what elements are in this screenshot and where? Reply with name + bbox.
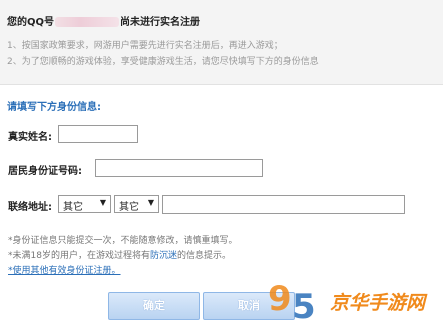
other-id-link[interactable]: *使用其他有效身份证注册。 (8, 266, 121, 276)
notice-line-2: 2、为了您顺畅的游戏体验，享受健康游戏生活，请您尽快填写下方的身份信息 (7, 57, 319, 67)
name-label: 真实姓名: (8, 132, 52, 143)
province-value: 其它 (63, 202, 83, 213)
notice-title: 您的QQ号 尚未进行实名注册 (7, 13, 200, 28)
chevron-down-icon: ▼ (99, 198, 106, 207)
notice-title-suffix: 尚未进行实名注册 (120, 17, 201, 28)
real-name-input[interactable] (58, 125, 138, 143)
tip-anti-addiction-prefix: *未满18岁的用户，在游戏过程将有 (8, 251, 150, 261)
watermark-logo-icon: 9 5 (268, 279, 316, 324)
section-title: 请填写下方身份信息: (7, 102, 101, 113)
anti-addiction-highlight: 防沉迷 (149, 251, 177, 261)
tip-anti-addiction-suffix: 的信息提示。 (176, 251, 231, 261)
id-number-input[interactable] (95, 159, 263, 177)
tip-id-once: *身份证信息只能提交一次，不能随意修改，请慎重填写。 (8, 236, 238, 246)
notice-panel: 您的QQ号 尚未进行实名注册 1、按国家政策要求，网游用户需要先进行实名注册后，再… (0, 0, 443, 85)
id-number-label: 居民身份证号码: (8, 166, 82, 177)
blurred-qq-number (55, 17, 120, 27)
address-label: 联络地址: (8, 202, 52, 213)
notice-title-prefix: 您的QQ号 (7, 17, 55, 28)
city-value: 其它 (119, 202, 139, 213)
notice-line-1: 1、按国家政策要求，网游用户需要先进行实名注册后，再进入游戏； (7, 41, 283, 51)
tip-anti-addiction: *未满18岁的用户，在游戏过程将有防沉迷的信息提示。 (8, 248, 231, 261)
confirm-button[interactable]: 确定 (108, 292, 200, 320)
province-select[interactable]: 其它 ▼ (58, 195, 111, 213)
other-id-link-row: *使用其他有效身份证注册。 (8, 263, 121, 276)
chevron-down-icon: ▼ (147, 198, 154, 207)
svg-text:5: 5 (292, 287, 316, 324)
svg-text:9: 9 (268, 279, 292, 319)
watermark-text: 京华手游网 (330, 292, 426, 314)
address-input[interactable] (162, 195, 405, 214)
city-select[interactable]: 其它 ▼ (114, 195, 159, 213)
